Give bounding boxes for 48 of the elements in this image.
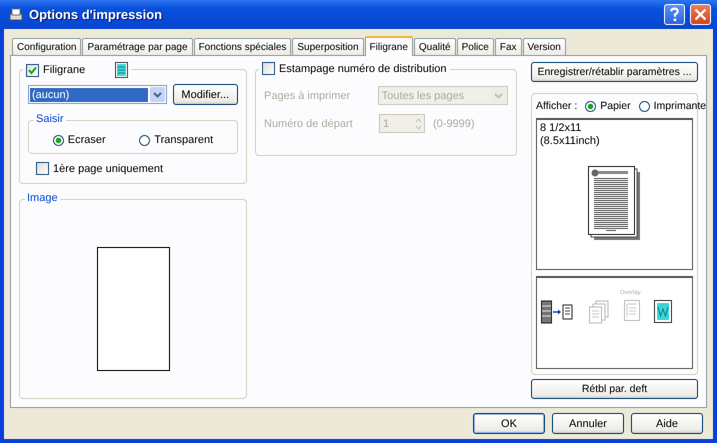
first-page-checkbox[interactable] [36,162,49,175]
tab[interactable]: Paramétrage par page [82,38,193,55]
checkbox-label: 1ère page uniquement [53,162,164,174]
tab[interactable]: Superposition [292,38,364,55]
group-title: Saisir [34,113,66,125]
field-label: Numéro de départ [264,118,354,130]
tab[interactable]: Police [456,38,494,55]
radio-label: Papier [600,100,631,112]
dialog-button[interactable]: OK [473,413,545,434]
checkbox-label: Estampage numéro de distribution [279,62,447,74]
display-label: Afficher : [536,100,578,112]
caret-icon [152,92,162,98]
close-button[interactable] [690,4,711,25]
paper-size-text: (8.5x11inch) [540,135,601,148]
range-hint: (0-9999) [433,118,475,130]
window-title: Options d'impression [29,7,162,22]
watermark-checkbox[interactable] [26,64,39,76]
radio-button[interactable] [52,134,64,146]
tab[interactable]: Configuration [12,38,82,55]
field-label: Pages à imprimer [264,90,352,102]
modify-button[interactable]: Modifier... [172,84,238,105]
radio-button[interactable] [638,100,650,112]
spinner-arrows-icon [414,116,422,132]
save-restore-button[interactable]: Enregistrer/rétablir paramètres ... [531,62,698,82]
tab[interactable]: Qualité [414,38,456,55]
tab[interactable]: Fax [494,38,522,55]
radio-label: Ecraser [68,134,106,146]
printer-to-page-icon [541,300,574,324]
watermark-dropdown[interactable]: (aucun) [28,85,167,104]
dialog-button[interactable]: Annuler [552,413,624,434]
watermark-page-icon [654,300,672,323]
dialog-button[interactable]: Aide [631,413,703,434]
tab[interactable]: Fonctions spéciales [194,38,292,55]
radio-label: Transparent [154,134,214,146]
radio-label: Imprimante [654,100,706,112]
radio-button[interactable] [585,100,596,112]
tab[interactable]: Filigrane [364,36,413,56]
caret-icon [494,92,503,98]
checkbox-label: Filigrane [43,64,86,76]
paper-size-text: 8 1/2x11 [540,122,582,135]
help-button[interactable] [664,4,685,25]
printer-icon [8,6,24,22]
page-stack-icon [588,300,610,324]
radio-button[interactable] [139,134,150,146]
group-title: Image [25,192,60,204]
tab[interactable]: Version [522,38,566,55]
overlay-page-icon [624,300,640,321]
reset-defaults-button[interactable]: Rétbl par. deft [531,379,698,399]
